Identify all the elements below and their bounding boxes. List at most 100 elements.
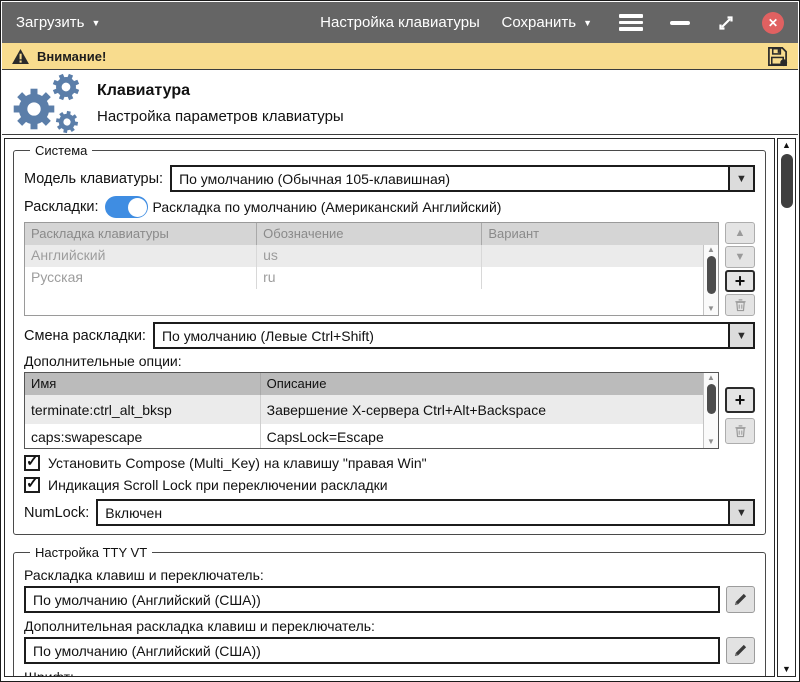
tty-extra-layout-label: Дополнительная раскладка клавиш и перекл… — [24, 618, 755, 634]
numlock-label: NumLock: — [24, 505, 89, 521]
table-row[interactable]: terminate:ctrl_alt_bksp Завершение X-сер… — [25, 395, 718, 424]
cell-layout-name: Английский — [25, 245, 257, 267]
keyboard-model-select[interactable]: По умолчанию (Обычная 105-клавишная) ▼ — [170, 165, 755, 192]
check-icon: ✓ — [26, 454, 39, 469]
plus-icon: + — [735, 390, 746, 411]
options-table-header: Имя Описание — [25, 373, 718, 395]
compose-checkbox[interactable]: ✓ — [24, 455, 40, 471]
scroll-down-icon[interactable]: ▼ — [782, 663, 791, 676]
cell-layout-variant — [482, 245, 718, 267]
column-header: Вариант — [482, 223, 718, 245]
table-row[interactable]: caps:swapescape CapsLock=Escape — [25, 424, 718, 449]
tty-group-legend: Настройка TTY VT — [30, 545, 152, 560]
caret-down-icon: ▼ — [736, 173, 747, 185]
add-option-button[interactable]: + — [725, 387, 755, 413]
arrow-down-icon: ▼ — [735, 251, 746, 263]
tty-extra-layout-row: По умолчанию (Английский (США)) — [24, 637, 755, 664]
cell-layout-name: Русская — [25, 267, 257, 289]
save-changes-button[interactable] — [767, 46, 788, 67]
scrolllock-checkbox-row[interactable]: ✓ Индикация Scroll Lock при переключении… — [24, 477, 755, 493]
load-menu-button[interactable]: Загрузить ▼ — [16, 14, 100, 31]
dropdown-button[interactable]: ▼ — [728, 501, 753, 524]
app-window: Загрузить ▼ Настройка клавиатуры Сохрани… — [0, 0, 800, 682]
dropdown-button[interactable]: ▼ — [728, 167, 753, 190]
cell-option-description: CapsLock=Escape — [261, 424, 718, 449]
scrollbar-thumb[interactable] — [781, 154, 793, 208]
gears-icon — [10, 73, 86, 135]
scrollbar-thumb[interactable] — [707, 256, 716, 294]
keyboard-model-value: По умолчанию (Обычная 105-клавишная) — [172, 167, 728, 190]
cell-option-name: terminate:ctrl_alt_bksp — [25, 395, 261, 424]
scroll-down-icon[interactable]: ▼ — [707, 304, 715, 315]
cell-layout-code: ru — [257, 267, 482, 289]
tty-group: Настройка TTY VT Раскладка клавиш и пере… — [13, 545, 766, 677]
delete-option-button[interactable] — [725, 418, 755, 444]
check-icon: ✓ — [26, 476, 39, 491]
dropdown-button[interactable]: ▼ — [728, 324, 753, 347]
main-scrollbar[interactable]: ▲ ▼ — [777, 138, 796, 677]
page-subtitle: Настройка параметров клавиатуры — [97, 108, 344, 125]
table-scrollbar[interactable]: ▲ ▼ — [703, 373, 718, 448]
scroll-up-icon[interactable]: ▲ — [782, 139, 791, 152]
warning-icon — [12, 49, 29, 64]
scrolllock-checkbox[interactable]: ✓ — [24, 477, 40, 493]
layouts-table-buttons: ▲ ▼ + — [725, 222, 755, 316]
cell-option-name: caps:swapescape — [25, 424, 261, 449]
load-menu-label: Загрузить — [16, 14, 85, 31]
numlock-value: Включен — [98, 501, 728, 524]
delete-layout-button[interactable] — [725, 294, 755, 316]
move-down-button[interactable]: ▼ — [725, 246, 755, 268]
app-header: Клавиатура Настройка параметров клавиату… — [2, 71, 798, 135]
layouts-label: Раскладки: — [24, 199, 98, 215]
caret-down-icon: ▼ — [583, 19, 592, 28]
pencil-icon — [733, 643, 748, 658]
scroll-up-icon[interactable]: ▲ — [707, 373, 715, 384]
maximize-button[interactable] — [717, 14, 735, 32]
layout-switch-value: По умолчанию (Левые Ctrl+Shift) — [155, 324, 728, 347]
tty-extra-layout-edit-button[interactable] — [726, 637, 755, 664]
caret-down-icon: ▼ — [736, 330, 747, 342]
tty-layout-field: По умолчанию (Английский (США)) — [24, 586, 720, 613]
page-title: Клавиатура — [97, 82, 190, 100]
scrolllock-checkbox-label: Индикация Scroll Lock при переключении р… — [48, 477, 388, 493]
scroll-down-icon[interactable]: ▼ — [707, 437, 715, 448]
menu-icon[interactable] — [619, 14, 643, 31]
numlock-select[interactable]: Включен ▼ — [96, 499, 755, 526]
table-row[interactable]: Английский us — [25, 245, 718, 267]
compose-checkbox-row[interactable]: ✓ Установить Compose (Multi_Key) на клав… — [24, 455, 755, 471]
move-up-button[interactable]: ▲ — [725, 222, 755, 244]
default-layout-toggle[interactable] — [105, 196, 148, 218]
keyboard-model-row: Модель клавиатуры: По умолчанию (Обычная… — [24, 165, 755, 192]
layouts-row: Раскладки: Раскладка по умолчанию (Амери… — [24, 196, 755, 218]
layout-switch-row: Смена раскладки: По умолчанию (Левые Ctr… — [24, 322, 755, 349]
pencil-icon — [733, 592, 748, 607]
layout-switch-label: Смена раскладки: — [24, 328, 146, 344]
system-group: Система Модель клавиатуры: По умолчанию … — [13, 143, 766, 535]
options-table: Имя Описание terminate:ctrl_alt_bksp Зав… — [24, 372, 719, 449]
save-menu-button[interactable]: Сохранить ▼ — [502, 14, 592, 31]
options-table-buttons: + — [725, 387, 755, 444]
close-button[interactable]: ✕ — [762, 12, 784, 34]
expand-icon — [717, 14, 735, 32]
layouts-table-row: Раскладка клавиатуры Обозначение Вариант… — [24, 222, 755, 316]
tty-layout-label: Раскладка клавиш и переключатель: — [24, 567, 755, 583]
warning-text: Внимание! — [37, 49, 106, 64]
column-header: Раскладка клавиатуры — [25, 223, 257, 245]
tty-layout-edit-button[interactable] — [726, 586, 755, 613]
extra-options-label: Дополнительные опции: — [24, 353, 755, 369]
arrow-up-icon: ▲ — [735, 227, 746, 239]
default-layout-text: Раскладка по умолчанию (Американский Анг… — [152, 199, 501, 215]
table-row[interactable]: Русская ru — [25, 267, 718, 289]
layout-switch-select[interactable]: По умолчанию (Левые Ctrl+Shift) ▼ — [153, 322, 755, 349]
tty-extra-layout-field: По умолчанию (Английский (США)) — [24, 637, 720, 664]
column-header: Имя — [25, 373, 261, 395]
floppy-disk-icon — [767, 46, 788, 67]
scroll-up-icon[interactable]: ▲ — [707, 245, 715, 256]
cell-layout-code: us — [257, 245, 482, 267]
table-scrollbar[interactable]: ▲ ▼ — [703, 245, 718, 315]
caret-down-icon: ▼ — [736, 507, 747, 519]
scrollbar-thumb[interactable] — [707, 384, 716, 414]
title-bar: Загрузить ▼ Настройка клавиатуры Сохрани… — [2, 2, 798, 43]
add-layout-button[interactable]: + — [725, 270, 755, 292]
minimize-button[interactable] — [670, 21, 690, 25]
